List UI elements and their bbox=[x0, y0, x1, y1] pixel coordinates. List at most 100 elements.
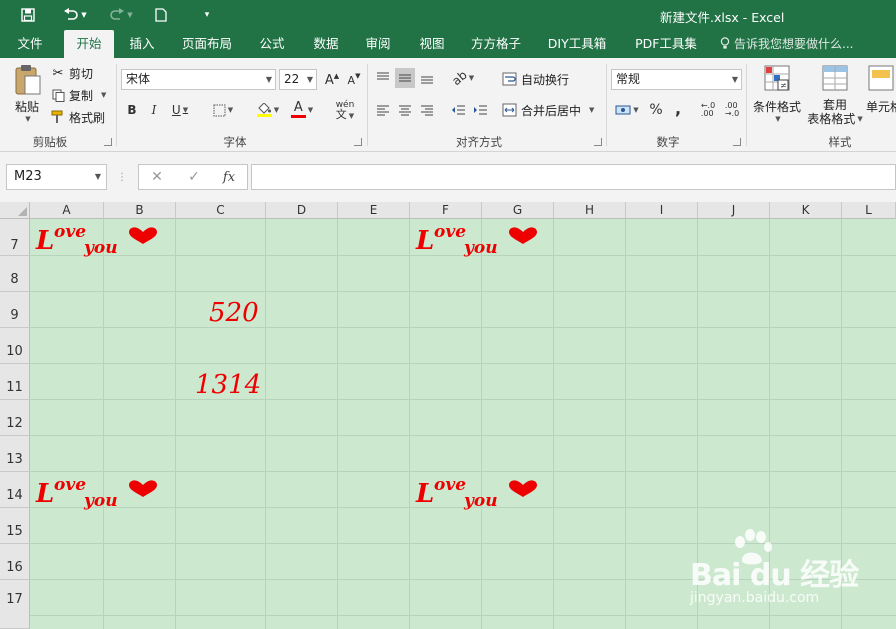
ribbon-tabs: 文件 开始 插入 页面布局 公式 数据 审阅 视图 方方格子 DIY工具箱 PD… bbox=[0, 30, 896, 58]
tab-view[interactable]: 视图 bbox=[410, 30, 454, 58]
grow-font-button[interactable]: A ▲ bbox=[322, 70, 342, 90]
copy-icon bbox=[50, 89, 66, 102]
baidu-watermark: Bai du 经验 jingyan.baidu.com bbox=[688, 529, 888, 612]
confirm-entry-button[interactable]: ✓ bbox=[182, 164, 206, 190]
column-header-f[interactable]: F bbox=[410, 202, 482, 219]
row-header-14[interactable]: 14 bbox=[0, 472, 30, 508]
love-you-art-a7: L ove you bbox=[36, 224, 160, 258]
align-left-button[interactable] bbox=[373, 100, 393, 120]
column-header-d[interactable]: D bbox=[266, 202, 338, 219]
column-header-l[interactable]: L bbox=[842, 202, 896, 219]
tab-review[interactable]: 审阅 bbox=[356, 30, 400, 58]
increase-indent-button[interactable] bbox=[470, 100, 490, 120]
clipboard-launcher-icon[interactable] bbox=[104, 138, 112, 146]
alignment-launcher-icon[interactable] bbox=[594, 138, 602, 146]
align-top-button[interactable] bbox=[373, 68, 393, 88]
font-color-button[interactable]: A ▼ bbox=[286, 100, 318, 120]
tab-data[interactable]: 数据 bbox=[304, 30, 348, 58]
chevron-down-icon: ▼ bbox=[306, 75, 313, 84]
copy-button[interactable]: 复制 ▼ bbox=[50, 86, 106, 104]
cut-button[interactable]: ✂ 剪切 bbox=[50, 64, 93, 82]
customize-qat-icon[interactable]: ▾ bbox=[200, 5, 214, 25]
column-header-b[interactable]: B bbox=[104, 202, 176, 219]
phonetic-button[interactable]: wén 文 ▼ bbox=[330, 98, 360, 122]
align-center-button[interactable] bbox=[395, 100, 415, 120]
percent-button[interactable]: % bbox=[646, 100, 666, 120]
font-name-select[interactable]: 宋体 ▼ bbox=[121, 69, 276, 90]
shrink-font-button[interactable]: A ▼ bbox=[344, 70, 364, 90]
formula-input[interactable] bbox=[251, 164, 896, 190]
increase-decimal-button[interactable]: ←.0.00 bbox=[698, 100, 718, 120]
column-header-c[interactable]: C bbox=[176, 202, 266, 219]
ribbon: 粘贴 ▼ ✂ 剪切 复制 ▼ 格式刷 剪贴板 宋体 ▼ 22 ▼ A ▲ A ▼ B… bbox=[0, 58, 896, 152]
new-document-icon[interactable] bbox=[152, 5, 170, 25]
align-bottom-button[interactable] bbox=[417, 68, 437, 88]
align-middle-button[interactable] bbox=[395, 68, 415, 88]
undo-icon[interactable]: ▼ bbox=[60, 5, 90, 25]
tab-file[interactable]: 文件 bbox=[8, 30, 52, 58]
tab-insert[interactable]: 插入 bbox=[120, 30, 164, 58]
column-header-a[interactable]: A bbox=[30, 202, 104, 219]
tab-home[interactable]: 开始 bbox=[64, 30, 114, 58]
font-size-select[interactable]: 22 ▼ bbox=[279, 69, 317, 90]
number-format-select[interactable]: 常规 ▼ bbox=[611, 69, 742, 90]
fill-color-button[interactable]: ▼ bbox=[252, 100, 284, 120]
decrease-decimal-button[interactable]: .00 →.0 bbox=[722, 100, 742, 120]
conditional-formatting-label: 条件格式 bbox=[752, 100, 801, 114]
redo-icon[interactable]: ▼ bbox=[106, 5, 136, 25]
tab-page-layout[interactable]: 页面布局 bbox=[176, 30, 238, 58]
column-header-e[interactable]: E bbox=[338, 202, 410, 219]
comma-button[interactable]: , bbox=[668, 98, 688, 118]
row-header-16[interactable]: 16 bbox=[0, 544, 30, 580]
row-header-9[interactable]: 9 bbox=[0, 292, 30, 328]
column-header-j[interactable]: J bbox=[698, 202, 770, 219]
cell-styles-button[interactable]: 单元格 bbox=[866, 64, 896, 115]
font-launcher-icon[interactable] bbox=[354, 138, 362, 146]
tab-diy-toolbox[interactable]: DIY工具箱 bbox=[540, 30, 614, 58]
align-left-icon bbox=[377, 105, 389, 116]
select-all-button[interactable] bbox=[0, 202, 30, 219]
tab-formulas[interactable]: 公式 bbox=[250, 30, 294, 58]
row-header-13[interactable]: 13 bbox=[0, 436, 30, 472]
cancel-entry-button[interactable]: ✕ bbox=[145, 164, 169, 190]
column-header-h[interactable]: H bbox=[554, 202, 626, 219]
tab-fangfang[interactable]: 方方格子 bbox=[464, 30, 528, 58]
comma-label: , bbox=[674, 98, 682, 118]
row-header-7[interactable]: 7 bbox=[0, 219, 30, 256]
gridline bbox=[30, 327, 896, 328]
bold-button[interactable]: B bbox=[122, 100, 142, 120]
tell-me-text: 告诉我您想要做什么... bbox=[734, 37, 854, 51]
accounting-format-button[interactable]: ▼ bbox=[612, 100, 642, 120]
love-you: you bbox=[84, 238, 118, 258]
save-icon[interactable] bbox=[18, 5, 38, 25]
italic-button[interactable]: I bbox=[144, 100, 164, 120]
align-right-button[interactable] bbox=[417, 100, 437, 120]
row-header-11[interactable]: 11 bbox=[0, 364, 30, 400]
row-header-15[interactable]: 15 bbox=[0, 508, 30, 544]
name-box[interactable]: M23 ▼ bbox=[6, 164, 107, 190]
insert-function-button[interactable]: fx bbox=[216, 164, 242, 190]
row-header-8[interactable]: 8 bbox=[0, 256, 30, 292]
cell-c11-1314: 1314 bbox=[195, 370, 262, 400]
wrap-text-button[interactable]: 自动换行 bbox=[502, 69, 569, 89]
column-header-i[interactable]: I bbox=[626, 202, 698, 219]
number-launcher-icon[interactable] bbox=[733, 138, 741, 146]
decrease-indent-button[interactable] bbox=[448, 100, 468, 120]
merge-center-button[interactable]: 合并后居中 ▼ bbox=[502, 100, 594, 120]
column-header-k[interactable]: K bbox=[770, 202, 842, 219]
format-painter-button[interactable]: 格式刷 bbox=[50, 108, 105, 126]
tell-me-box[interactable]: 告诉我您想要做什么... bbox=[720, 30, 853, 58]
format-as-table-button[interactable]: 套用 表格格式 ▼ bbox=[806, 64, 864, 126]
paste-button[interactable]: 粘贴 ▼ bbox=[10, 64, 44, 124]
row-header-12[interactable]: 12 bbox=[0, 400, 30, 436]
row-header-10[interactable]: 10 bbox=[0, 328, 30, 364]
column-header-g[interactable]: G bbox=[482, 202, 554, 219]
love-ove: ove bbox=[434, 222, 467, 242]
orientation-button[interactable]: ab ▼ bbox=[448, 68, 478, 88]
borders-button[interactable]: ▼ bbox=[208, 100, 238, 120]
conditional-formatting-button[interactable]: ≠ 条件格式 ▼ bbox=[750, 64, 804, 123]
underline-button[interactable]: U ▼ bbox=[166, 100, 194, 120]
row-header-17[interactable]: 17 bbox=[0, 580, 30, 629]
tab-pdf-tools[interactable]: PDF工具集 bbox=[626, 30, 706, 58]
formula-bar-resize-handle[interactable]: ⋮ bbox=[116, 164, 128, 190]
